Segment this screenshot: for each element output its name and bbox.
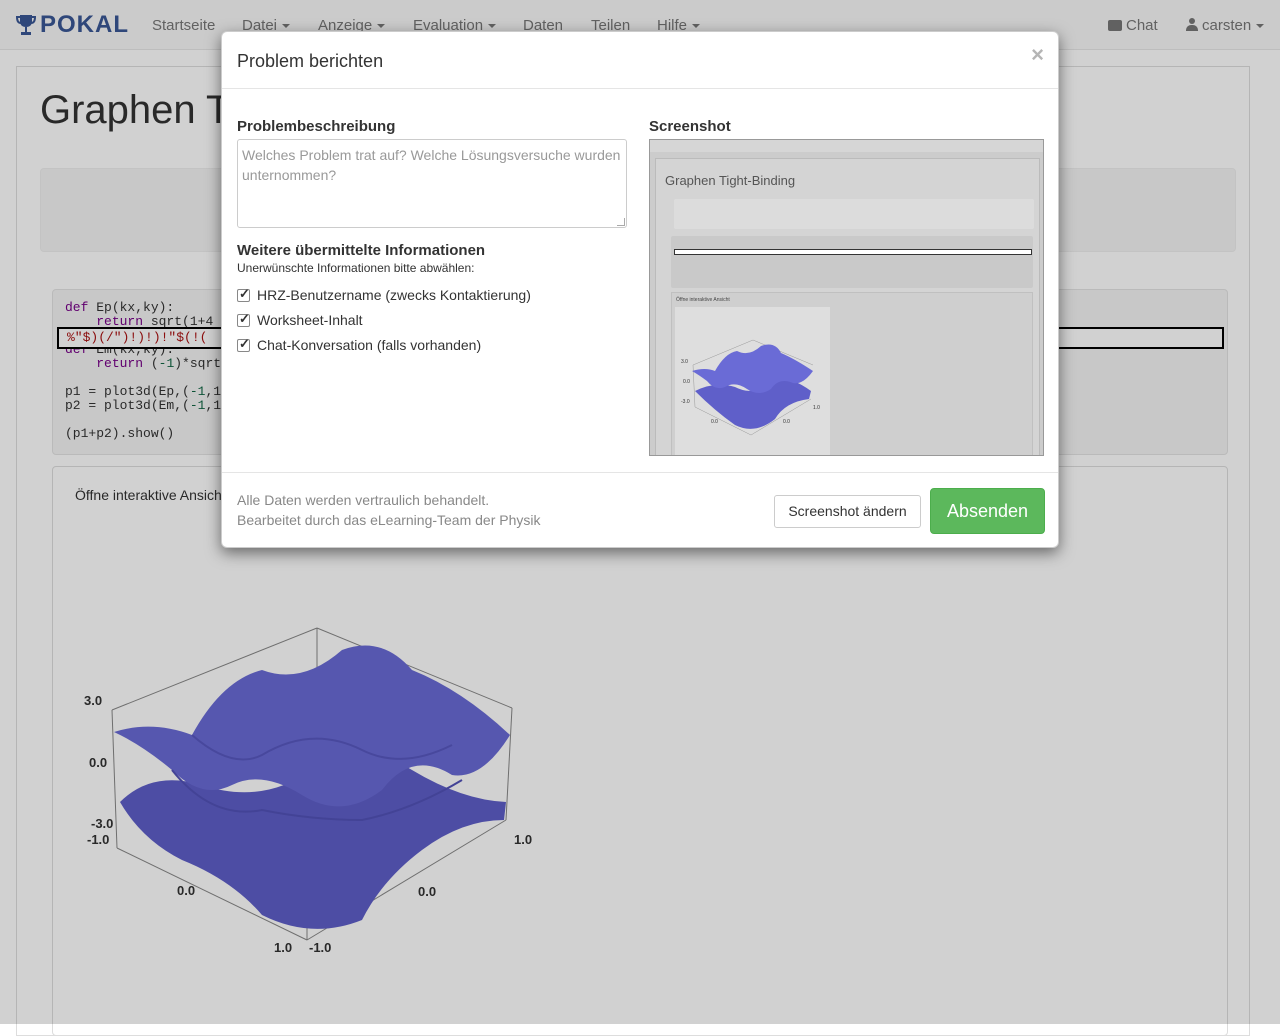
checkbox-row-username[interactable]: HRZ-Benutzername (zwecks Kontaktierung) (237, 286, 531, 303)
checkbox-row-worksheet[interactable]: Worksheet-Inhalt (237, 311, 363, 328)
screenshot-preview: Graphen Tight-Binding Öffne interaktive … (649, 139, 1044, 456)
screenshot-interactive-label: Öffne interaktive Ansicht (676, 297, 730, 303)
dialog-title: Problem berichten (237, 51, 384, 71)
screenshot-plot: 3.0 0.0 -3.0 0.0 0.0 1.0 (675, 307, 830, 455)
submit-button[interactable]: Absenden (930, 488, 1045, 534)
mini-y-tick-right: 1.0 (813, 405, 820, 411)
mini-z-tick-top: 3.0 (681, 359, 688, 365)
resize-grip-icon[interactable] (617, 218, 625, 226)
screenshot-highlight-bar (674, 249, 1032, 255)
screenshot-formula (674, 199, 1034, 229)
description-textarea[interactable]: Welches Problem trat auf? Welche Lösungs… (237, 139, 627, 228)
info-heading: Weitere übermittelte Informationen (237, 242, 486, 259)
mini-x-tick-mid: 0.0 (711, 419, 718, 425)
screenshot-page: Graphen Tight-Binding Öffne interaktive … (650, 152, 1043, 455)
change-screenshot-button[interactable]: Screenshot ändern (774, 495, 921, 528)
username-checkbox[interactable] (237, 286, 250, 302)
mini-z-tick-bottom: -3.0 (681, 399, 690, 405)
privacy-note-line-1: Alle Daten werden vertraulich behandelt. (237, 492, 490, 508)
checkbox-label: Chat-Konversation (falls vorhanden) (257, 337, 482, 353)
screenshot-label: Screenshot (649, 118, 731, 135)
info-subheading: Unerwünschte Informationen bitte abwähle… (237, 261, 475, 275)
description-label: Problembeschreibung (237, 118, 396, 135)
chat-checkbox[interactable] (237, 336, 250, 352)
checkbox-label: Worksheet-Inhalt (257, 312, 363, 328)
checkbox-row-chat[interactable]: Chat-Konversation (falls vorhanden) (237, 336, 482, 353)
mini-z-tick-mid: 0.0 (683, 379, 690, 385)
close-icon[interactable]: × (1031, 44, 1044, 66)
privacy-note: Alle Daten werden vertraulich behandelt.… (237, 490, 541, 530)
screenshot-title: Graphen Tight-Binding (665, 173, 796, 188)
privacy-note-line-2: Bearbeitet durch das eLearning-Team der … (237, 512, 541, 528)
report-problem-dialog: Problem berichten × Problembeschreibung … (221, 31, 1059, 548)
worksheet-checkbox[interactable] (237, 311, 250, 327)
screenshot-inner: Graphen Tight-Binding Öffne interaktive … (655, 158, 1040, 455)
screenshot-plot-svg: 3.0 0.0 -3.0 0.0 0.0 1.0 (681, 339, 820, 436)
screenshot-code (671, 236, 1033, 288)
description-placeholder: Welches Problem trat auf? Welche Lösungs… (242, 147, 621, 183)
mini-y-tick-mid: 0.0 (783, 419, 790, 425)
checkbox-label: HRZ-Benutzername (zwecks Kontaktierung) (257, 287, 531, 303)
dialog-header: Problem berichten × (222, 32, 1058, 89)
